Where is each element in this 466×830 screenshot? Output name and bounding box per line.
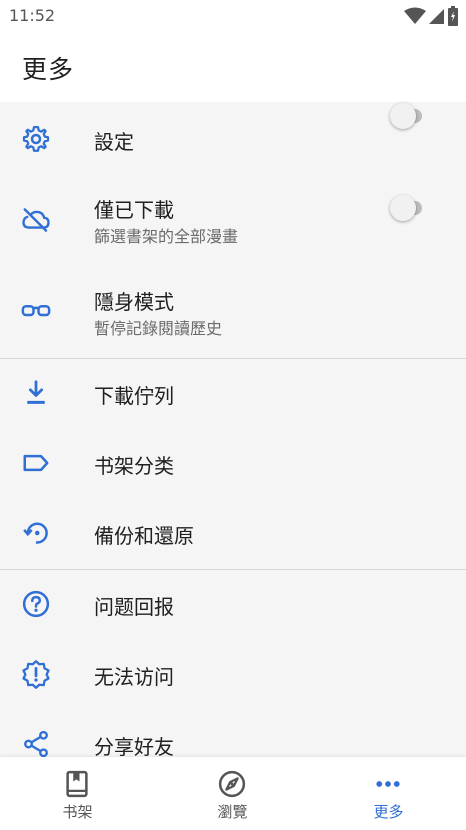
status-time: 11:52 [9, 6, 56, 25]
menu-item-backup[interactable]: 備份和還原 [0, 499, 466, 569]
feedback-label: 问题回报 [94, 595, 174, 619]
downloaded-only-switch[interactable] [390, 103, 432, 129]
help-circle-icon [20, 588, 52, 620]
share-icon [20, 728, 52, 760]
cloud-off-icon [20, 204, 52, 236]
wifi-icon [404, 7, 426, 24]
switch-thumb [390, 195, 416, 221]
nav-tab-label: 更多 [373, 803, 404, 821]
backup-label: 備份和還原 [94, 524, 194, 548]
incognito-subtitle: 暫停記錄閱讀歷史 [94, 319, 223, 338]
download-queue-label: 下載佇列 [94, 384, 174, 408]
battery-icon [448, 6, 458, 26]
gear-icon [20, 123, 52, 155]
incognito-label: 隱身模式 [94, 290, 174, 314]
switch-thumb [390, 103, 416, 129]
nav-tab-browse[interactable]: 瀏覽 [155, 757, 310, 830]
menu-item-download-queue[interactable]: 下載佇列 [0, 359, 466, 429]
more-menu-list: 設定 僅已下載 篩選書架的全部漫畫 隱身模式 暫停記錄閱讀歷史 下載佇列 书架分… [0, 103, 466, 780]
compass-icon [218, 770, 246, 798]
glasses-icon [20, 294, 52, 326]
signal-icon [429, 9, 444, 24]
downloaded-only-label: 僅已下載 [94, 198, 174, 222]
bottom-navigation: 书架 瀏覽 更多 [0, 757, 466, 830]
share-label: 分享好友 [94, 735, 174, 759]
incognito-switch[interactable] [390, 195, 432, 221]
nav-tab-library[interactable]: 书架 [0, 757, 155, 830]
menu-item-feedback[interactable]: 问题回报 [0, 570, 466, 640]
menu-item-incognito[interactable]: 隱身模式 暫停記錄閱讀歷史 [0, 195, 466, 358]
menu-item-categories[interactable]: 书架分类 [0, 429, 466, 499]
alert-badge-icon [20, 658, 52, 690]
settings-label: 設定 [94, 130, 134, 154]
nav-tab-more[interactable]: 更多 [311, 757, 466, 830]
page-title: 更多 [22, 55, 75, 84]
book-icon [66, 770, 88, 798]
more-dots-icon [376, 781, 400, 787]
label-tag-icon [20, 447, 52, 479]
menu-item-cannot-access[interactable]: 无法访问 [0, 640, 466, 710]
cannot-access-label: 无法访问 [94, 665, 174, 689]
app-bar: 更多 [0, 34, 466, 102]
categories-label: 书架分类 [94, 454, 174, 478]
download-icon [20, 377, 52, 409]
status-bar: 11:52 [0, 0, 466, 34]
restore-icon [20, 517, 52, 549]
nav-tab-label: 瀏覽 [217, 803, 248, 821]
nav-tab-label: 书架 [62, 803, 93, 821]
system-icons [404, 5, 458, 27]
downloaded-only-subtitle: 篩選書架的全部漫畫 [94, 227, 239, 246]
